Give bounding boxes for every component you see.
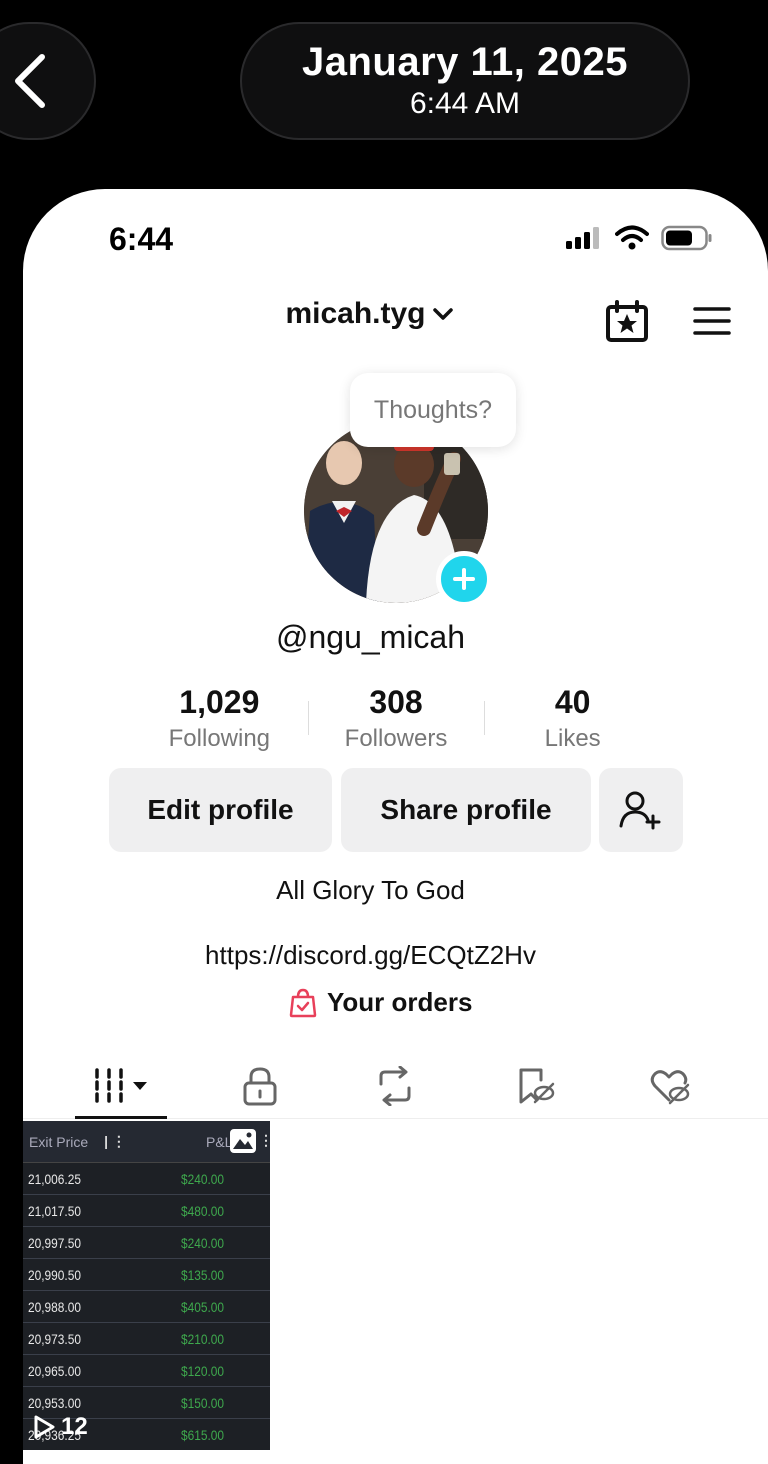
share-profile-button[interactable]: Share profile	[341, 768, 591, 852]
add-user-icon	[619, 791, 661, 830]
table-row: 20,965.00 $120.00	[23, 1355, 270, 1387]
thoughts-bubble[interactable]: Thoughts?	[350, 373, 516, 447]
stat-likes[interactable]: 40 Likes	[484, 683, 661, 753]
exit-price: 20,990.50	[28, 1266, 81, 1283]
add-story-button[interactable]	[436, 551, 492, 607]
back-button[interactable]	[0, 22, 96, 140]
thumb-header: Exit Price | ⋮ P&L ⋮	[23, 1121, 270, 1163]
exit-price: 20,965.00	[28, 1362, 81, 1379]
pnl-value: $120.00	[181, 1362, 225, 1379]
status-icons	[565, 225, 713, 251]
pnl-value: $135.00	[181, 1266, 225, 1283]
edit-profile-button[interactable]: Edit profile	[109, 768, 332, 852]
stat-followers[interactable]: 308 Followers	[307, 683, 485, 753]
exit-price: 20,953.00	[28, 1394, 81, 1411]
bookmark-hidden-icon	[519, 1068, 555, 1104]
video-thumbnail[interactable]: Exit Price | ⋮ P&L ⋮ 21,006.25 $240.00 21…	[23, 1121, 270, 1450]
wifi-icon	[615, 225, 649, 250]
profile-handle: @ngu_micah	[275, 619, 466, 655]
username: micah.tyg	[285, 297, 426, 330]
stat-label: Followers	[344, 725, 448, 752]
time-text: 6:44 AM	[409, 87, 521, 120]
stat-label: Following	[168, 725, 271, 752]
view-count-value: 12	[61, 1413, 88, 1440]
stat-label: Likes	[544, 725, 601, 752]
tab-liked[interactable]	[643, 1059, 697, 1113]
tab-videos[interactable]	[83, 1059, 163, 1113]
date-text: January 11, 2025	[301, 40, 629, 84]
profile-link[interactable]: https://discord.gg/ECQtZ2Hv	[23, 940, 743, 971]
table-row: 21,017.50 $480.00	[23, 1195, 270, 1227]
repost-icon	[379, 1066, 411, 1106]
chevron-down-icon	[432, 308, 453, 320]
add-friends-button[interactable]	[599, 768, 683, 852]
tab-reposts[interactable]	[368, 1059, 422, 1113]
your-orders-link[interactable]: Your orders	[289, 987, 472, 1018]
battery-icon	[661, 225, 712, 251]
pnl-value: $240.00	[181, 1170, 225, 1187]
pnl-value: $210.00	[181, 1330, 225, 1347]
exit-price: 21,017.50	[28, 1202, 81, 1219]
pnl-value: $240.00	[181, 1234, 225, 1251]
shopping-bag-icon	[289, 988, 317, 1017]
pnl-value: $615.00	[181, 1426, 225, 1443]
profile-stats: 1,029 Following 308 Followers 40 Likes	[131, 683, 661, 753]
exit-price: 20,988.00	[28, 1298, 81, 1315]
date-pill: January 11, 2025 6:44 AM	[240, 22, 690, 140]
chevron-left-icon	[15, 54, 45, 108]
hamburger-menu-icon[interactable]	[693, 305, 731, 337]
exit-price: 20,997.50	[28, 1234, 81, 1251]
your-orders-label: Your orders	[327, 987, 473, 1017]
table-row: 20,990.50 $135.00	[23, 1259, 270, 1291]
stat-following[interactable]: 1,029 Following	[131, 683, 308, 753]
calendar-star-icon[interactable]	[605, 299, 649, 343]
stat-value: 40	[554, 684, 591, 720]
more-vert-icon: ⋮	[259, 1132, 270, 1148]
tab-private[interactable]	[233, 1059, 287, 1113]
plus-icon	[453, 568, 475, 590]
grid-bars-icon	[95, 1068, 147, 1104]
status-time: 6:44	[109, 221, 174, 257]
exit-price: 21,006.25	[28, 1170, 81, 1187]
thumb-header-right: P&L	[206, 1134, 233, 1150]
active-tab-indicator	[75, 1116, 167, 1119]
table-row: 20,973.50 $210.00	[23, 1323, 270, 1355]
signal-icon	[566, 227, 599, 249]
heart-hidden-icon	[650, 1070, 690, 1105]
profile-bio: All Glory To God	[276, 875, 465, 905]
view-count: 12	[33, 1413, 88, 1441]
more-vert-icon: | ⋮	[104, 1133, 126, 1149]
lock-icon	[243, 1067, 277, 1106]
tab-favorites[interactable]	[508, 1059, 562, 1113]
pnl-value: $405.00	[181, 1298, 225, 1315]
table-row: 20,988.00 $405.00	[23, 1291, 270, 1323]
table-row: 20,997.50 $240.00	[23, 1227, 270, 1259]
profile-screen: 6:44 micah.tyg Thoughts? @ngu_micah 1,02…	[23, 189, 768, 1464]
thumb-header-left: Exit Price	[29, 1133, 89, 1150]
pnl-value: $150.00	[181, 1394, 225, 1411]
photo-icon	[230, 1129, 256, 1153]
pnl-value: $480.00	[181, 1202, 225, 1219]
exit-price: 20,973.50	[28, 1330, 81, 1347]
stat-value: 1,029	[179, 684, 260, 720]
table-row: 21,006.25 $240.00	[23, 1163, 270, 1195]
content-tabs	[23, 1053, 768, 1119]
stat-value: 308	[369, 684, 423, 720]
play-icon	[34, 1415, 55, 1439]
